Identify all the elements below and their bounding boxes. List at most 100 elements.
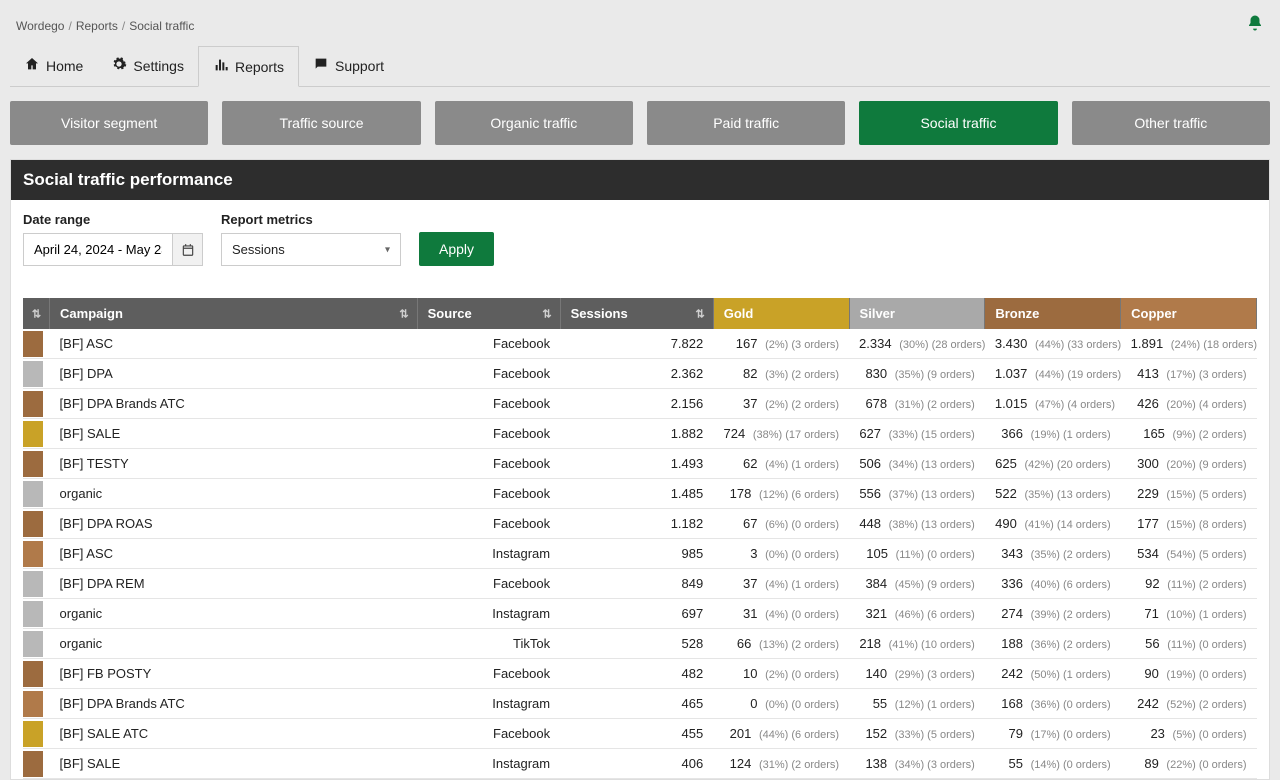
cell-sessions: 2.362 — [560, 359, 713, 389]
sort-icon[interactable]: ⇅ — [32, 307, 41, 320]
cell-source: Facebook — [417, 719, 560, 749]
cell-sessions: 7.822 — [560, 329, 713, 359]
cell-campaign: [BF] SALE — [50, 749, 418, 779]
cell-bronze: 625 (42%) (20 orders) — [985, 449, 1121, 479]
nav-home[interactable]: Home — [10, 45, 97, 86]
subtab-traffic-source[interactable]: Traffic source — [222, 101, 420, 145]
cell-sessions: 528 — [560, 629, 713, 659]
cell-campaign: [BF] TESTY — [50, 449, 418, 479]
cell-sessions: 849 — [560, 569, 713, 599]
apply-button[interactable]: Apply — [419, 232, 494, 266]
breadcrumb: Wordego/Reports/Social traffic — [16, 19, 194, 33]
cell-source: Facebook — [417, 569, 560, 599]
col-silver[interactable]: Silver — [849, 298, 985, 329]
cell-sessions: 1.493 — [560, 449, 713, 479]
cell-silver: 152 (33%) (5 orders) — [849, 719, 985, 749]
cell-bronze: 522 (35%) (13 orders) — [985, 479, 1121, 509]
sort-icon[interactable]: ⇅ — [696, 307, 705, 320]
segment-chip — [23, 721, 43, 747]
segment-chip — [23, 631, 43, 657]
cell-campaign: organic — [50, 479, 418, 509]
cell-gold: 37 (4%) (1 orders) — [713, 569, 849, 599]
cell-copper: 300 (20%) (9 orders) — [1121, 449, 1257, 479]
home-icon — [24, 56, 40, 75]
cell-sessions: 1.182 — [560, 509, 713, 539]
sort-icon[interactable]: ⇅ — [399, 307, 408, 320]
table-row: [BF] TESTYFacebook1.49362 (4%) (1 orders… — [23, 449, 1257, 479]
col-chip[interactable]: ⇅ — [23, 298, 50, 329]
subtab-other-traffic[interactable]: Other traffic — [1072, 101, 1270, 145]
breadcrumb-link[interactable]: Social traffic — [129, 19, 194, 33]
metrics-select[interactable]: Sessions ▾ — [221, 233, 401, 266]
cell-campaign: [BF] FB POSTY — [50, 659, 418, 689]
table-row: [BF] DPAFacebook2.36282 (3%) (2 orders)8… — [23, 359, 1257, 389]
table-row: [BF] SALEInstagram406124 (31%) (2 orders… — [23, 749, 1257, 779]
cell-campaign: [BF] DPA REM — [50, 569, 418, 599]
segment-chip — [23, 451, 43, 477]
cell-bronze: 274 (39%) (2 orders) — [985, 599, 1121, 629]
subtab-organic-traffic[interactable]: Organic traffic — [435, 101, 633, 145]
cell-source: Facebook — [417, 659, 560, 689]
cell-campaign: organic — [50, 629, 418, 659]
cell-gold: 31 (4%) (0 orders) — [713, 599, 849, 629]
cell-sessions: 465 — [560, 689, 713, 719]
table-row: [BF] ASCFacebook7.822167 (2%) (3 orders)… — [23, 329, 1257, 359]
cell-copper: 242 (52%) (2 orders) — [1121, 689, 1257, 719]
cell-silver: 830 (35%) (9 orders) — [849, 359, 985, 389]
table-row: [BF] DPA Brands ATCFacebook2.15637 (2%) … — [23, 389, 1257, 419]
subtab-social-traffic[interactable]: Social traffic — [859, 101, 1057, 145]
cell-copper: 534 (54%) (5 orders) — [1121, 539, 1257, 569]
nav-settings[interactable]: Settings — [97, 45, 198, 86]
breadcrumb-link[interactable]: Reports — [76, 19, 118, 33]
col-source[interactable]: Source⇅ — [417, 298, 560, 329]
table-row: organicInstagram69731 (4%) (0 orders)321… — [23, 599, 1257, 629]
cell-gold: 67 (6%) (0 orders) — [713, 509, 849, 539]
notifications-icon[interactable] — [1246, 14, 1264, 37]
cell-copper: 413 (17%) (3 orders) — [1121, 359, 1257, 389]
cell-silver: 627 (33%) (15 orders) — [849, 419, 985, 449]
cell-source: Facebook — [417, 389, 560, 419]
segment-chip — [23, 751, 43, 777]
chevron-down-icon: ▾ — [385, 244, 390, 255]
col-sessions[interactable]: Sessions⇅ — [560, 298, 713, 329]
metrics-label: Report metrics — [221, 212, 401, 227]
table-row: [BF] DPA Brands ATCInstagram4650 (0%) (0… — [23, 689, 1257, 719]
cell-source: Instagram — [417, 689, 560, 719]
cell-bronze: 1.015 (47%) (4 orders) — [985, 389, 1121, 419]
cell-source: Instagram — [417, 539, 560, 569]
segment-chip — [23, 331, 43, 357]
cell-sessions: 2.156 — [560, 389, 713, 419]
segment-chip — [23, 481, 43, 507]
col-campaign[interactable]: Campaign⇅ — [50, 298, 418, 329]
cell-silver: 55 (12%) (1 orders) — [849, 689, 985, 719]
cell-gold: 66 (13%) (2 orders) — [713, 629, 849, 659]
cell-campaign: [BF] DPA Brands ATC — [50, 389, 418, 419]
subtab-paid-traffic[interactable]: Paid traffic — [647, 101, 845, 145]
col-gold[interactable]: Gold — [713, 298, 849, 329]
report-subtabs: Visitor segment Traffic source Organic tra… — [10, 87, 1270, 159]
calendar-icon[interactable] — [173, 233, 203, 266]
cell-silver: 506 (34%) (13 orders) — [849, 449, 985, 479]
cell-gold: 10 (2%) (0 orders) — [713, 659, 849, 689]
cell-campaign: [BF] ASC — [50, 539, 418, 569]
breadcrumb-link[interactable]: Wordego — [16, 19, 64, 33]
cell-copper: 71 (10%) (1 orders) — [1121, 599, 1257, 629]
cell-campaign: [BF] DPA Brands ATC — [50, 689, 418, 719]
table-row: [BF] DPA REMFacebook84937 (4%) (1 orders… — [23, 569, 1257, 599]
cell-source: Facebook — [417, 419, 560, 449]
table-row: [BF] DPA ROASFacebook1.18267 (6%) (0 ord… — [23, 509, 1257, 539]
cell-bronze: 343 (35%) (2 orders) — [985, 539, 1121, 569]
nav-reports[interactable]: Reports — [198, 46, 299, 87]
cell-silver: 678 (31%) (2 orders) — [849, 389, 985, 419]
cell-sessions: 697 — [560, 599, 713, 629]
subtab-visitor-segment[interactable]: Visitor segment — [10, 101, 208, 145]
cell-gold: 201 (44%) (6 orders) — [713, 719, 849, 749]
col-copper[interactable]: Copper — [1121, 298, 1257, 329]
cell-source: Instagram — [417, 749, 560, 779]
col-bronze[interactable]: Bronze — [985, 298, 1121, 329]
sort-icon[interactable]: ⇅ — [542, 307, 551, 320]
cell-source: Facebook — [417, 329, 560, 359]
nav-support[interactable]: Support — [299, 45, 398, 86]
date-range-input[interactable] — [23, 233, 173, 266]
chat-icon — [313, 56, 329, 75]
